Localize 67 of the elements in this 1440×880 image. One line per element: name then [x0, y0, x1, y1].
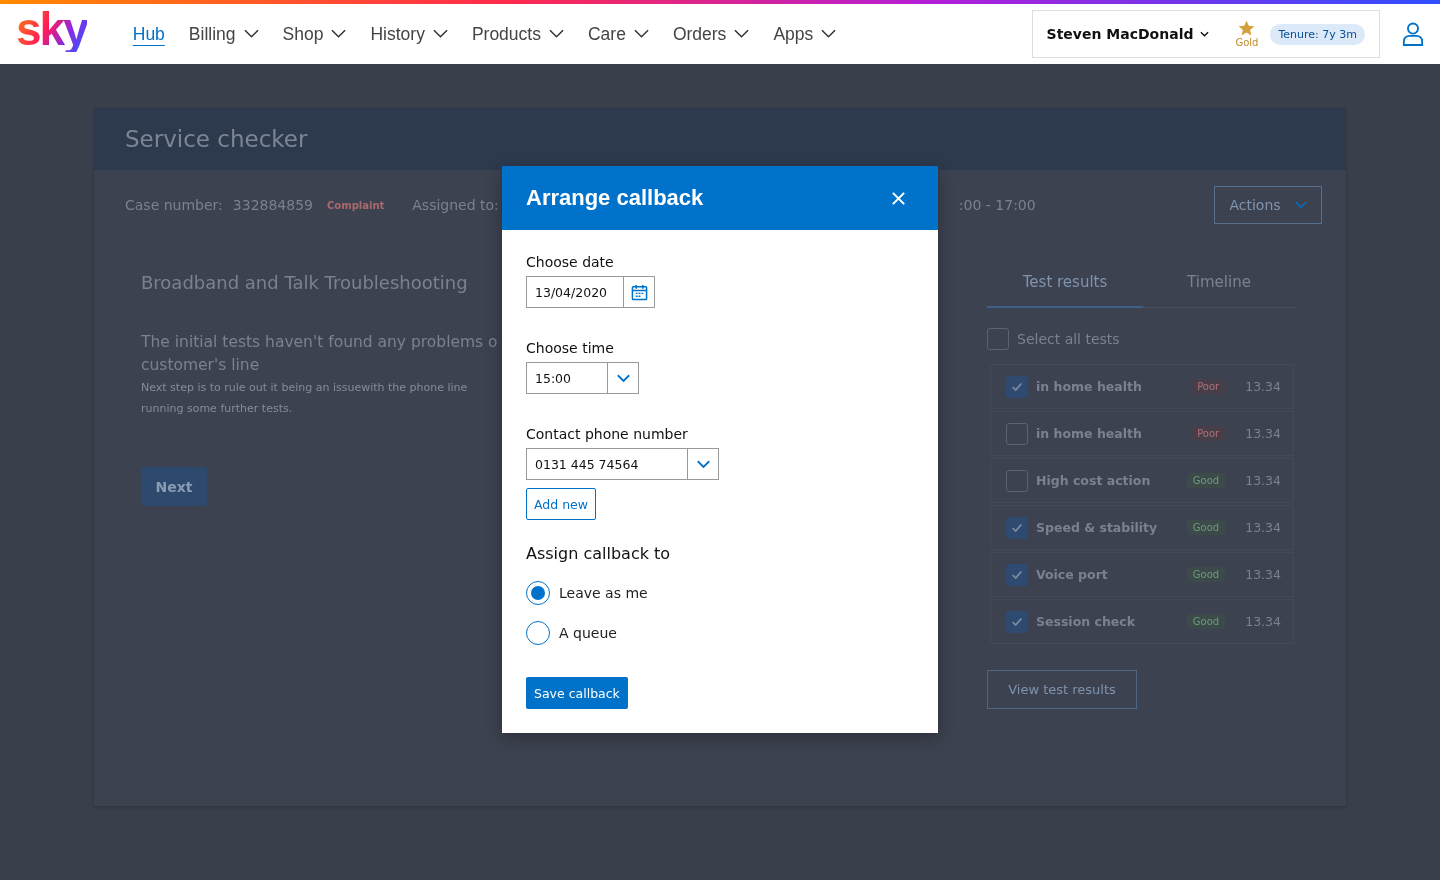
select-all-label: Select all tests	[1017, 331, 1120, 347]
test-time: 13.34	[1245, 426, 1281, 441]
tenure-badge: Tenure: 7y 3m	[1270, 23, 1365, 45]
nav-link[interactable]: Products	[471, 23, 564, 45]
section-title: Broadband and Talk Troubleshooting	[141, 272, 469, 293]
checkbox[interactable]	[987, 328, 1009, 350]
nav-link[interactable]: Apps	[773, 23, 837, 45]
star-icon	[1238, 20, 1256, 37]
case-tag: Complaint	[327, 199, 385, 211]
test-name: Session check	[1036, 614, 1136, 629]
customer-menu[interactable]: Steven MacDonald	[1046, 26, 1210, 42]
checkbox[interactable]	[1006, 469, 1028, 492]
field-label: Contact phone number	[526, 426, 688, 442]
test-name: High cost action	[1036, 473, 1152, 488]
nav-link[interactable]: Hub	[132, 23, 165, 45]
nav-link[interactable]: History	[370, 23, 448, 45]
chevron-down-icon	[1294, 201, 1307, 209]
field-label: Choose date	[526, 254, 614, 270]
test-time: 13.34	[1245, 379, 1281, 394]
checkbox[interactable]	[1006, 563, 1028, 586]
test-name: Voice port	[1036, 567, 1109, 582]
nav-link[interactable]: Orders	[672, 23, 750, 45]
user-icon[interactable]	[1402, 22, 1424, 46]
test-time: 13.34	[1245, 614, 1281, 629]
time-select[interactable]: 15:00	[526, 362, 639, 394]
save-button[interactable]: Save callback	[526, 677, 628, 709]
phone-select[interactable]: 0131 445 74564	[526, 448, 719, 480]
test-time: 13.34	[1245, 473, 1281, 488]
close-icon[interactable]	[891, 190, 906, 206]
checkbox[interactable]	[1006, 375, 1028, 398]
chevron-down-icon	[616, 373, 630, 383]
checkbox[interactable]	[1006, 516, 1028, 539]
add-new-button[interactable]: Add new	[526, 488, 596, 520]
test-name: in home health	[1036, 426, 1143, 441]
chevron-down-icon	[1200, 31, 1210, 37]
heading-text: customer's line	[141, 355, 261, 376]
case-number: 332884859	[232, 197, 313, 213]
case-label: Case number:	[125, 197, 223, 213]
status-tag: Poor	[1191, 379, 1226, 394]
nav-link[interactable]: Billing	[188, 23, 259, 45]
hours-text: :00 - 17:00	[958, 197, 1036, 213]
test-time: 13.34	[1245, 567, 1281, 582]
checkbox[interactable]	[1006, 422, 1028, 445]
body-text: running some further tests.	[141, 401, 294, 417]
status-tag: Poor	[1191, 426, 1226, 441]
status-tag: Good	[1186, 614, 1226, 629]
tier-label: Gold	[1235, 37, 1259, 48]
radio-label[interactable]: A queue	[559, 625, 617, 641]
test-name: Speed & stability	[1036, 520, 1159, 535]
test-time: 13.34	[1245, 520, 1281, 535]
checkbox[interactable]	[1006, 610, 1028, 633]
status-tag: Good	[1186, 473, 1226, 488]
nav-link[interactable]: Care	[587, 23, 649, 45]
dialog-title: Arrange callback	[526, 185, 704, 211]
status-tag: Good	[1186, 567, 1226, 582]
chevron-down-icon	[696, 459, 710, 469]
date-field[interactable]: 13/04/2020	[526, 276, 655, 308]
nav-link[interactable]: Shop	[282, 23, 347, 45]
radio-label[interactable]: Leave as me	[559, 585, 648, 601]
calendar-icon[interactable]	[630, 283, 648, 301]
page-title: Service checker	[125, 126, 308, 152]
status-tag: Good	[1186, 520, 1226, 535]
field-label: Choose time	[526, 340, 614, 356]
test-name: in home health	[1036, 379, 1143, 394]
section-label: Assign callback to	[526, 544, 671, 563]
assigned-text: Assigned to:	[412, 197, 499, 213]
body-text: Next step is to rule out it being an issuewith the phone line	[141, 380, 469, 396]
